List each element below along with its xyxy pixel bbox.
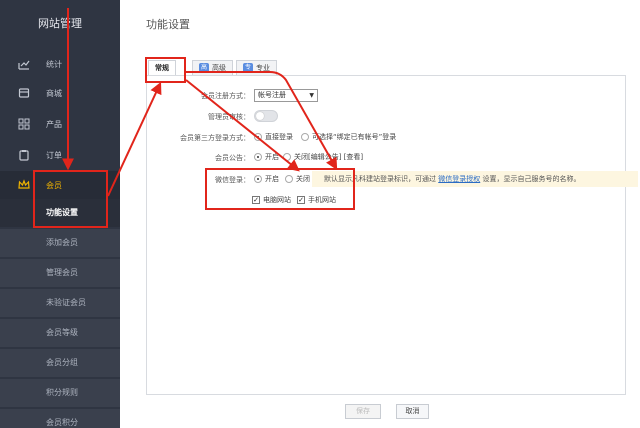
radio-notice-off[interactable] (283, 153, 291, 161)
notice-on-text: 开启 (265, 153, 279, 161)
chart-line-icon (18, 58, 30, 70)
sidebar-item-orders[interactable]: 订单 (0, 141, 120, 169)
chevron-down-icon: ▼ (309, 92, 314, 99)
tab-professional[interactable]: 专专业 (236, 60, 277, 76)
notice-edit-links[interactable]: [编辑公告] [查看] (308, 152, 363, 162)
wechat-off-text: 关闭 (296, 175, 310, 183)
page-title: 功能设置 (146, 18, 190, 31)
register-method-label: 会员注册方式： (201, 92, 250, 100)
submenu-item-member-levels[interactable]: 会员等级 (0, 319, 120, 347)
wechat-login-options: 开启 关闭 (254, 174, 310, 184)
admin-approval-toggle[interactable] (254, 110, 278, 122)
wechat-on-text: 开启 (265, 175, 279, 183)
clipboard-icon (18, 149, 30, 161)
submenu-item-points-rules[interactable]: 积分规则 (0, 379, 120, 407)
wechat-auth-link[interactable]: 微信登录授权 (438, 175, 480, 183)
mobile-site-text: 手机网站 (308, 196, 336, 204)
sidebar-item-label: 统计 (46, 59, 62, 69)
sidebar-title: 网站管理 (38, 17, 82, 30)
tab-label: 专业 (256, 64, 270, 72)
sidebar-item-products[interactable]: 产品 (0, 110, 120, 138)
direct-login-text: 直接登录 (265, 133, 293, 141)
grid-icon (18, 118, 30, 130)
admin-approval-label: 管理员审核： (208, 113, 250, 121)
register-method-value: 帐号注册 (258, 91, 286, 99)
app-window: 网站管理 统计 商城 产品 订单 会员 功能设置 添加会员 管理会员 未验证会员… (0, 0, 640, 428)
checkbox-pc-site[interactable]: ✓ (252, 196, 260, 204)
wechat-site-checkboxes: ✓ 电脑网站 ✓ 手机网站 (252, 195, 336, 205)
radio-wechat-on[interactable] (254, 175, 262, 183)
tab-general[interactable]: 常规 (148, 60, 176, 76)
checkbox-mobile-site[interactable]: ✓ (297, 196, 305, 204)
submenu-item-member-points[interactable]: 会员积分 (0, 409, 120, 428)
store-icon (18, 87, 30, 99)
submenu-item-member-groups[interactable]: 会员分组 (0, 349, 120, 377)
settings-panel (146, 75, 626, 395)
third-party-login-options: 直接登录 可选择“绑定已有帐号”登录 (254, 132, 396, 142)
bind-account-text: 可选择“绑定已有帐号”登录 (312, 133, 397, 141)
third-party-login-label: 会员第三方登录方式： (180, 134, 250, 142)
tab-advanced[interactable]: 高高级 (192, 60, 233, 76)
radio-notice-on[interactable] (254, 153, 262, 161)
sidebar-item-stats[interactable]: 统计 (0, 50, 120, 78)
tab-label: 常规 (155, 64, 169, 72)
radio-direct-login[interactable] (254, 133, 262, 141)
hint-text-post: 设置，显示自己服务号的名称。 (482, 175, 581, 183)
wechat-hint-bar: 默认显示凡科建站登录标识，可通过 微信登录授权 设置，显示自己服务号的名称。 (312, 171, 638, 187)
sidebar-item-members[interactable]: 会员 (0, 171, 120, 199)
submenu-item-feature-settings[interactable]: 功能设置 (0, 199, 120, 227)
sidebar-item-store[interactable]: 商城 (0, 79, 120, 107)
member-notice-options: 开启 关闭 [编辑公告] [查看] (254, 152, 363, 162)
sidebar-item-label: 订单 (46, 150, 62, 160)
radio-wechat-off[interactable] (285, 175, 293, 183)
sidebar-item-label: 产品 (46, 119, 62, 129)
hint-text-pre: 默认显示凡科建站登录标识，可通过 (324, 175, 436, 183)
sidebar-item-label: 商城 (46, 88, 62, 98)
submenu-item-manage-members[interactable]: 管理会员 (0, 259, 120, 287)
wechat-login-label: 微信登录： (215, 176, 250, 184)
sidebar-item-label: 会员 (46, 180, 62, 190)
save-button[interactable]: 保存 (345, 404, 381, 419)
sidebar: 网站管理 统计 商城 产品 订单 会员 功能设置 添加会员 管理会员 未验证会员… (0, 0, 120, 428)
submenu-item-unverified-members[interactable]: 未验证会员 (0, 289, 120, 317)
pc-site-text: 电脑网站 (263, 196, 291, 204)
professional-badge-icon: 专 (243, 63, 253, 73)
notice-off-text: 关闭 (294, 153, 308, 161)
advanced-badge-icon: 高 (199, 63, 209, 73)
register-method-select[interactable]: 帐号注册 ▼ (254, 89, 318, 102)
radio-bind-account[interactable] (301, 133, 309, 141)
submenu-item-add-member[interactable]: 添加会员 (0, 229, 120, 257)
tab-label: 高级 (212, 64, 226, 72)
cancel-button[interactable]: 取消 (396, 404, 429, 419)
member-notice-label: 会员公告： (215, 154, 250, 162)
crown-icon (18, 179, 30, 191)
